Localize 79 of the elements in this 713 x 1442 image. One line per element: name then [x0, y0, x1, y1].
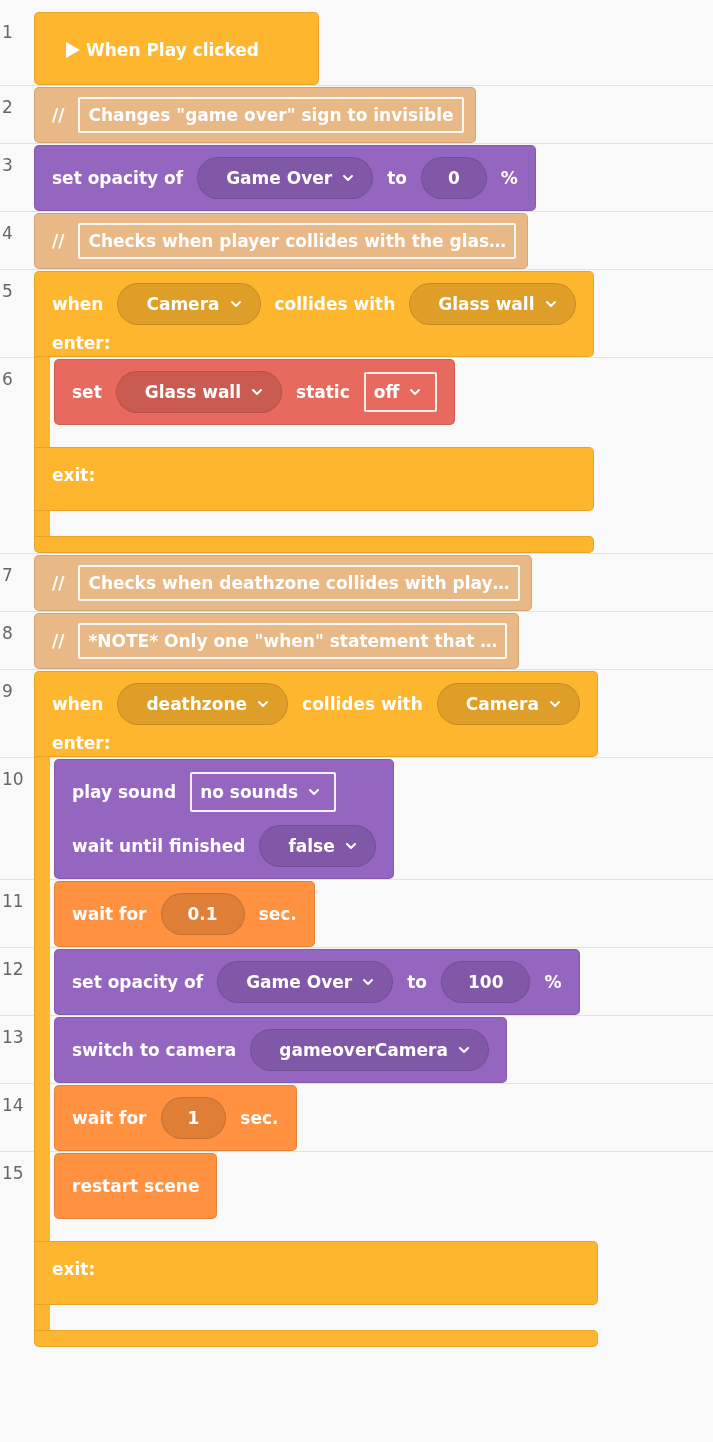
- comment-block[interactable]: // Checks when deathzone collides with play…: [34, 555, 532, 611]
- dropdown-pill[interactable]: gameoverCamera: [250, 1029, 489, 1071]
- line-number: 12: [2, 959, 24, 979]
- block-label: when: [52, 694, 104, 714]
- block-label: %: [500, 168, 518, 188]
- block-label: collides with: [274, 294, 396, 314]
- block-label: static: [296, 382, 350, 402]
- comment-marker: //: [51, 631, 66, 651]
- comment-field[interactable]: *NOTE* Only one "when" statement that …: [78, 623, 508, 659]
- comment-block[interactable]: // Changes "game over" sign to invisible: [34, 87, 476, 143]
- line-number: 11: [2, 891, 24, 911]
- exit-label: exit:: [52, 465, 97, 485]
- line-number: 9: [2, 681, 13, 701]
- block-label: collides with: [302, 694, 423, 714]
- block-label: restart scene: [72, 1176, 200, 1196]
- statement-block[interactable]: set Glass wall static off: [54, 359, 456, 425]
- comment-marker: //: [51, 105, 66, 125]
- collision-block-header[interactable]: when Camera collides with Glass wall enter:: [34, 271, 594, 357]
- block-label: to: [387, 168, 407, 188]
- dropdown-pill[interactable]: Game Over: [217, 961, 394, 1003]
- line-number: 7: [2, 565, 13, 585]
- dropdown-pill[interactable]: Camera: [117, 283, 261, 325]
- block-label: switch to camera: [72, 1040, 237, 1060]
- statement-block[interactable]: restart scene: [54, 1153, 218, 1219]
- comment-block[interactable]: // Checks when player collides with the glas…: [34, 213, 529, 269]
- statement-block[interactable]: play sound no sounds wait until finished false: [54, 759, 394, 879]
- select-field[interactable]: off: [363, 372, 438, 412]
- line-number: 4: [2, 223, 13, 243]
- block-label: set: [72, 382, 102, 402]
- number-input[interactable]: 100: [441, 961, 531, 1003]
- block-label: When Play clicked: [86, 39, 259, 60]
- block-label: sec.: [258, 904, 297, 924]
- block-label: set opacity of: [72, 972, 204, 992]
- block-label: to: [407, 972, 427, 992]
- line-number: 2: [2, 97, 13, 117]
- block-label: wait for: [72, 1108, 147, 1128]
- comment-marker: //: [51, 573, 66, 593]
- play-icon: [66, 41, 80, 58]
- collision-block-header[interactable]: when deathzone collides with Camera enter:: [34, 671, 598, 757]
- line-number: 6: [2, 369, 13, 389]
- block-label: wait for: [72, 904, 147, 924]
- dropdown-pill[interactable]: false: [259, 825, 376, 867]
- block-label: sec.: [240, 1108, 279, 1128]
- number-input[interactable]: 0.1: [160, 893, 245, 935]
- exit-label: exit:: [52, 1259, 97, 1279]
- dropdown-pill[interactable]: Camera: [436, 683, 580, 725]
- dropdown-pill[interactable]: Glass wall: [409, 283, 576, 325]
- line-number: 1: [2, 22, 13, 42]
- statement-block[interactable]: switch to camera gameoverCamera: [54, 1017, 507, 1083]
- comment-block[interactable]: // *NOTE* Only one "when" statement that …: [34, 613, 520, 669]
- block-label: %: [544, 972, 562, 992]
- comment-marker: //: [51, 231, 66, 251]
- dropdown-pill[interactable]: Glass wall: [115, 371, 283, 413]
- select-field[interactable]: no sounds: [190, 772, 337, 812]
- statement-block[interactable]: wait for 1 sec.: [54, 1085, 297, 1151]
- number-input[interactable]: 0: [421, 157, 487, 199]
- comment-field[interactable]: Checks when player collides with the glas…: [78, 223, 517, 259]
- line-number: 3: [2, 155, 13, 175]
- block-label: play sound: [72, 782, 177, 802]
- line-number: 14: [2, 1095, 24, 1115]
- block-label: when: [52, 294, 104, 314]
- number-input[interactable]: 1: [160, 1097, 227, 1139]
- line-number: 10: [2, 769, 24, 789]
- line-number: 13: [2, 1027, 24, 1047]
- dropdown-pill[interactable]: Game Over: [197, 157, 374, 199]
- comment-field[interactable]: Checks when deathzone collides with play…: [78, 565, 520, 601]
- line-number: 15: [2, 1163, 24, 1183]
- statement-block[interactable]: wait for 0.1 sec.: [54, 881, 315, 947]
- statement-block[interactable]: set opacity of Game Over to 100 %: [54, 949, 580, 1015]
- line-number: 5: [2, 281, 13, 301]
- event-block[interactable]: When Play clicked: [34, 12, 319, 85]
- enter-label: enter:: [52, 733, 112, 753]
- block-label: wait until finished: [72, 836, 246, 856]
- block-label: set opacity of: [52, 168, 184, 188]
- line-number: 8: [2, 623, 13, 643]
- enter-label: enter:: [52, 333, 112, 353]
- dropdown-pill[interactable]: deathzone: [117, 683, 289, 725]
- statement-block[interactable]: set opacity of Game Over to 0 %: [34, 145, 536, 211]
- comment-field[interactable]: Changes "game over" sign to invisible: [78, 97, 464, 133]
